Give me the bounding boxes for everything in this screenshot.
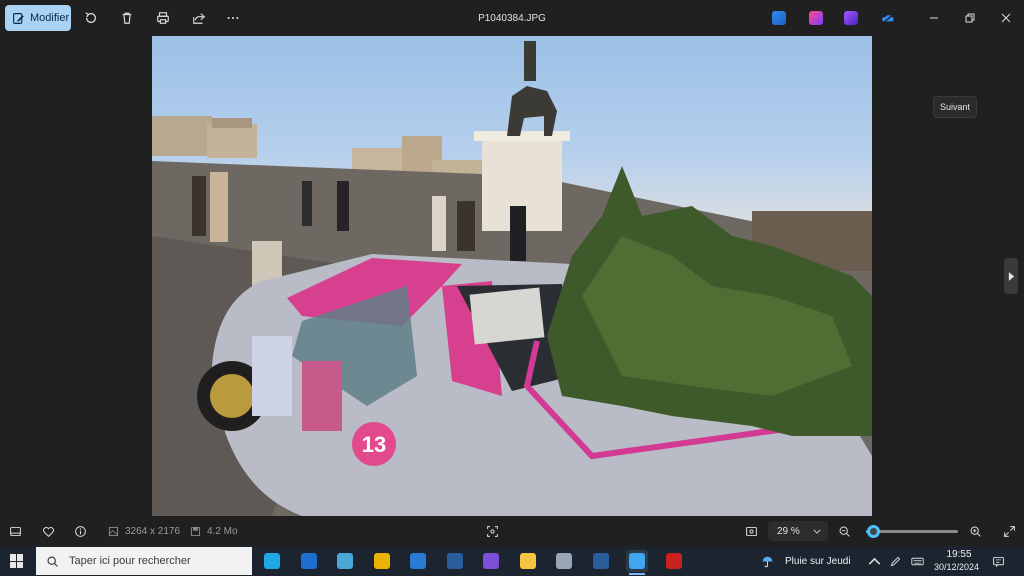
face-detect-icon[interactable] <box>485 524 499 538</box>
weather-text[interactable]: Pluie sur Jeudi <box>785 556 851 567</box>
taskbar-app-file-explorer[interactable] <box>517 550 539 572</box>
image-size-icon <box>106 524 120 538</box>
photo-viewer-image[interactable]: 13 <box>152 36 872 516</box>
app-vpn2-icon <box>592 553 609 569</box>
filmstrip-icon[interactable] <box>8 524 22 538</box>
photos-icon <box>629 553 645 569</box>
clipchamp-icon[interactable] <box>809 11 823 25</box>
taskbar-app-store[interactable] <box>407 550 429 572</box>
windows-start-icon[interactable] <box>10 554 24 568</box>
pen-icon[interactable] <box>888 554 902 568</box>
store-icon <box>410 553 426 569</box>
bottom-infobar: 3264 x 2176 4.2 Mo 29 % <box>0 516 1024 546</box>
taskbar-app-notepad2[interactable] <box>553 550 575 572</box>
restore-icon[interactable] <box>961 9 979 27</box>
notifications-icon[interactable] <box>991 554 1005 568</box>
taskbar-app-filezilla[interactable] <box>663 550 685 572</box>
filezilla-icon <box>665 553 682 569</box>
sticker-number: 13 <box>362 432 386 457</box>
image-dimensions: 3264 x 2176 <box>125 526 181 537</box>
next-image-button[interactable] <box>1004 258 1018 294</box>
chevron-up-icon[interactable] <box>867 554 881 568</box>
keyboard-icon[interactable] <box>910 554 924 568</box>
taskbar-app-onenote-like[interactable] <box>480 550 502 572</box>
file-size-icon <box>188 524 202 538</box>
taskbar-app-photos[interactable] <box>626 550 648 575</box>
fullscreen-icon[interactable] <box>1002 524 1016 538</box>
file-size: 4.2 Mo <box>207 526 238 537</box>
play-right-icon <box>1008 271 1014 281</box>
search-icon <box>47 555 58 567</box>
weather-rain-icon[interactable] <box>760 554 774 568</box>
info-icon[interactable] <box>73 524 87 538</box>
chrome-icon <box>373 553 390 569</box>
taskbar-app-chrome[interactable] <box>371 550 393 572</box>
taskbar-app-outlook[interactable] <box>298 550 320 572</box>
zoom-slider[interactable] <box>866 525 958 538</box>
taskbar-app-edge[interactable] <box>261 550 283 572</box>
fit-to-window-icon[interactable] <box>744 524 758 538</box>
notepad-icon <box>337 553 353 569</box>
top-toolbar: Modifier P1040384.JPG <box>0 0 1024 36</box>
notepad2-icon <box>556 553 572 569</box>
zoom-level-dropdown[interactable]: 29 % <box>768 521 828 541</box>
chevron-down-icon <box>813 529 821 534</box>
clock-date[interactable]: 30/12/2024 <box>934 562 979 572</box>
search-placeholder: Taper ici pour rechercher <box>69 555 191 567</box>
close-icon[interactable] <box>997 9 1015 27</box>
next-tooltip: Suivant <box>933 96 978 118</box>
zoom-slider-thumb[interactable] <box>867 525 881 538</box>
designer-icon[interactable] <box>772 11 786 25</box>
minimize-icon[interactable] <box>925 9 943 27</box>
clock-time[interactable]: 19:55 <box>944 549 974 560</box>
window-title: P1040384.JPG <box>478 13 546 24</box>
zoom-in-icon[interactable] <box>968 524 982 538</box>
outlook-icon <box>300 553 317 569</box>
taskbar-app-notepad[interactable] <box>334 550 356 572</box>
photos-app-icon[interactable] <box>844 11 858 25</box>
zoom-level: 29 % <box>777 525 800 537</box>
favorite-icon[interactable] <box>41 524 55 538</box>
taskbar-search[interactable]: Taper ici pour rechercher <box>36 547 252 575</box>
onenote-like-icon <box>483 553 499 569</box>
onedrive-icon[interactable] <box>880 11 894 25</box>
taskbar-app-app-vpn[interactable] <box>444 550 466 572</box>
edge-icon <box>264 553 280 569</box>
taskbar-app-app-vpn2[interactable] <box>590 550 612 572</box>
zoom-out-icon[interactable] <box>837 524 851 538</box>
windows-taskbar: Taper ici pour rechercher Pluie sur Jeud… <box>0 546 1024 576</box>
app-vpn-icon <box>446 553 463 569</box>
file-explorer-icon <box>519 553 536 569</box>
photo-illustration: 13 <box>152 41 872 516</box>
